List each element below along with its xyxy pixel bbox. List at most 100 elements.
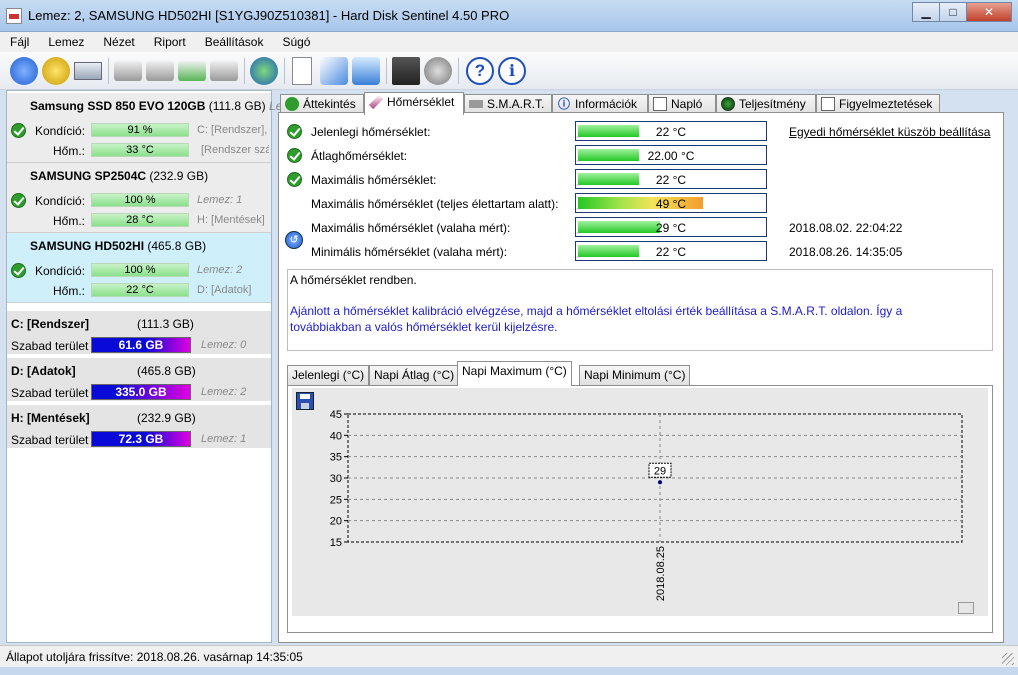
volume-item[interactable]: H: [Mentések] (232.9 GB) Szabad terület … (7, 405, 271, 449)
toolbar-separator (458, 58, 459, 84)
chart-tab-current[interactable]: Jelenlegi (°C) (287, 365, 370, 385)
tab-log[interactable]: Napló (648, 94, 716, 114)
temp-row-label: Jelenlegi hőmérséklet: (311, 125, 431, 139)
menu-report[interactable]: Riport (144, 32, 195, 49)
volume-name: H: [Mentések] (11, 411, 90, 425)
y-tick-label: 40 (330, 430, 342, 442)
disk-icon[interactable] (74, 62, 102, 80)
temp-value: 22 °C (655, 173, 687, 187)
disk-index: Lemez: 2 (197, 264, 243, 276)
volume-size: (111.3 GB) (137, 317, 194, 331)
help-icon[interactable]: ? (466, 57, 494, 85)
toolbar: ? i (0, 52, 1018, 90)
chart-tab-daily-average[interactable]: Napi Átlag (°C) (369, 365, 460, 385)
info-icon[interactable]: i (498, 57, 526, 85)
main-panel: Áttekintés Hőmérséklet S.M.A.R.T. ⓘ Infor… (278, 90, 1012, 643)
speaker-icon[interactable] (424, 57, 452, 85)
x-tick-label: 2018.08.25 (655, 546, 667, 601)
temp-bar: 22 °C (575, 241, 767, 261)
disk-item-selected[interactable]: SAMSUNG HD502HI (465.8 GB) Kondíció: 100… (7, 233, 271, 303)
maximize-button[interactable]: □ (939, 2, 967, 22)
disk-ok-icon[interactable] (178, 61, 206, 81)
chart-tab-daily-minimum[interactable]: Napi Minimum (°C) (579, 365, 691, 385)
last-update-text: Állapot utoljára frissítve: 2018.08.26. … (6, 650, 303, 664)
monitor-icon[interactable] (392, 57, 420, 85)
ok-check-icon (11, 193, 26, 208)
tab-overview[interactable]: Áttekintés (280, 94, 364, 114)
ok-check-icon (11, 123, 26, 138)
chart-scroll-handle[interactable] (958, 602, 974, 614)
disk-tools-icon[interactable] (210, 61, 238, 81)
disk-clone-icon[interactable] (146, 61, 174, 81)
tab-warnings[interactable]: Figyelmeztetések (816, 94, 940, 114)
menu-help[interactable]: Súgó (272, 32, 319, 49)
status-bar: Állapot utoljára frissítve: 2018.08.26. … (0, 645, 1018, 667)
disk-volume-name: [Rendszer szá (201, 144, 269, 156)
document-icon (821, 97, 835, 111)
chart-tab-daily-maximum[interactable]: Napi Maximum (°C) (457, 361, 572, 386)
temp-row-current: Jelenlegi hőmérséklet: 22 °C Egyedi hőmé… (287, 121, 997, 143)
disk-volume-name: D: [Adatok] (197, 284, 252, 296)
tab-label: Napló (671, 97, 703, 111)
temp-bar: 22 °C (91, 283, 189, 297)
temp-row-label: Átlaghőmérséklet: (311, 149, 408, 163)
menu-view[interactable]: Nézet (93, 32, 143, 49)
temp-bar: 29 °C (575, 217, 767, 237)
menu-disk[interactable]: Lemez (38, 32, 93, 49)
ok-check-icon (287, 124, 302, 139)
temp-row-maximum: Maximális hőmérséklet: 22 °C (287, 169, 997, 191)
volume-item[interactable]: D: [Adatok] (465.8 GB) Szabad terület 33… (7, 358, 271, 402)
health-bar: 91 % (91, 123, 189, 137)
refresh-icon[interactable] (10, 57, 38, 85)
y-tick-label: 30 (330, 473, 342, 485)
temp-row-label: Maximális hőmérséklet: (311, 173, 437, 187)
temp-row-label: Minimális hőmérséklet (valaha mért): (311, 245, 508, 259)
ok-check-icon (287, 148, 302, 163)
volume-item[interactable]: C: [Rendszer] (111.3 GB) Szabad terület … (7, 311, 271, 355)
free-space-bar: 61.6 GB (91, 337, 191, 353)
toolbar-separator (108, 58, 109, 84)
toolbar-separator (244, 58, 245, 84)
tab-label: Hőmérséklet (387, 95, 455, 109)
temp-value: 22 °C (655, 125, 687, 139)
disk-index: Lemez: 1 (197, 194, 243, 206)
minimize-button[interactable]: ▁ (912, 2, 940, 22)
menu-file[interactable]: Fájl (0, 32, 38, 49)
temp-label: Hőm.: (53, 144, 86, 158)
tab-information[interactable]: ⓘ Információk (552, 94, 648, 114)
tab-temperature[interactable]: Hőmérséklet (364, 92, 464, 115)
window-bottom-edge (0, 667, 1018, 675)
tab-smart[interactable]: S.M.A.R.T. (464, 94, 552, 114)
globe-icon[interactable] (250, 57, 278, 85)
free-space-label: Szabad terület (11, 386, 89, 400)
close-button[interactable]: ✕ (966, 2, 1012, 22)
resize-grip[interactable] (1002, 653, 1014, 665)
tab-label: S.M.A.R.T. (487, 97, 545, 111)
volume-name: C: [Rendszer] (11, 317, 90, 331)
tab-label: Figyelmeztetések (839, 97, 933, 111)
sync-icon[interactable] (320, 57, 348, 85)
report-icon[interactable] (292, 57, 312, 85)
disk-item[interactable]: Samsung SSD 850 EVO 120GB (111.8 GB) Le … (7, 93, 282, 163)
disk-item[interactable]: SAMSUNG SP2504C (232.9 GB) Kondíció: 100… (7, 163, 271, 233)
smart-icon (469, 100, 483, 108)
chart-tab-bar: Jelenlegi (°C) Napi Átlag (°C) Napi Maxi… (287, 361, 993, 386)
window-title: Lemez: 2, SAMSUNG HD502HI [S1YGJ90Z51038… (28, 8, 510, 23)
temp-row-lifetime-max: Maximális hőmérséklet (teljes élettartam… (287, 193, 997, 215)
alert-icon[interactable] (42, 57, 70, 85)
calibration-advice: Ajánlott a hőmérséklet kalibráció elvégz… (290, 304, 903, 334)
temp-label: Hőm.: (53, 214, 86, 228)
tab-performance[interactable]: Teljesítmény (716, 94, 816, 114)
temp-row-label: Maximális hőmérséklet (valaha mért): (311, 221, 511, 235)
temp-bar: 22 °C (575, 169, 767, 189)
temp-bar: 33 °C (91, 143, 189, 157)
thermometer-icon (368, 94, 384, 110)
menu-settings[interactable]: Beállítások (195, 32, 273, 49)
temp-bar: 49 °C (575, 193, 767, 213)
custom-threshold-link[interactable]: Egyedi hőmérséklet küszöb beállítása (789, 125, 990, 139)
free-space-label: Szabad terület (11, 339, 89, 353)
tab-bar: Áttekintés Hőmérséklet S.M.A.R.T. ⓘ Infor… (278, 92, 1012, 115)
network-icon[interactable] (352, 57, 380, 85)
disk-test-icon[interactable] (114, 61, 142, 81)
disk-title: SAMSUNG SP2504C (232.9 GB) (30, 169, 209, 183)
